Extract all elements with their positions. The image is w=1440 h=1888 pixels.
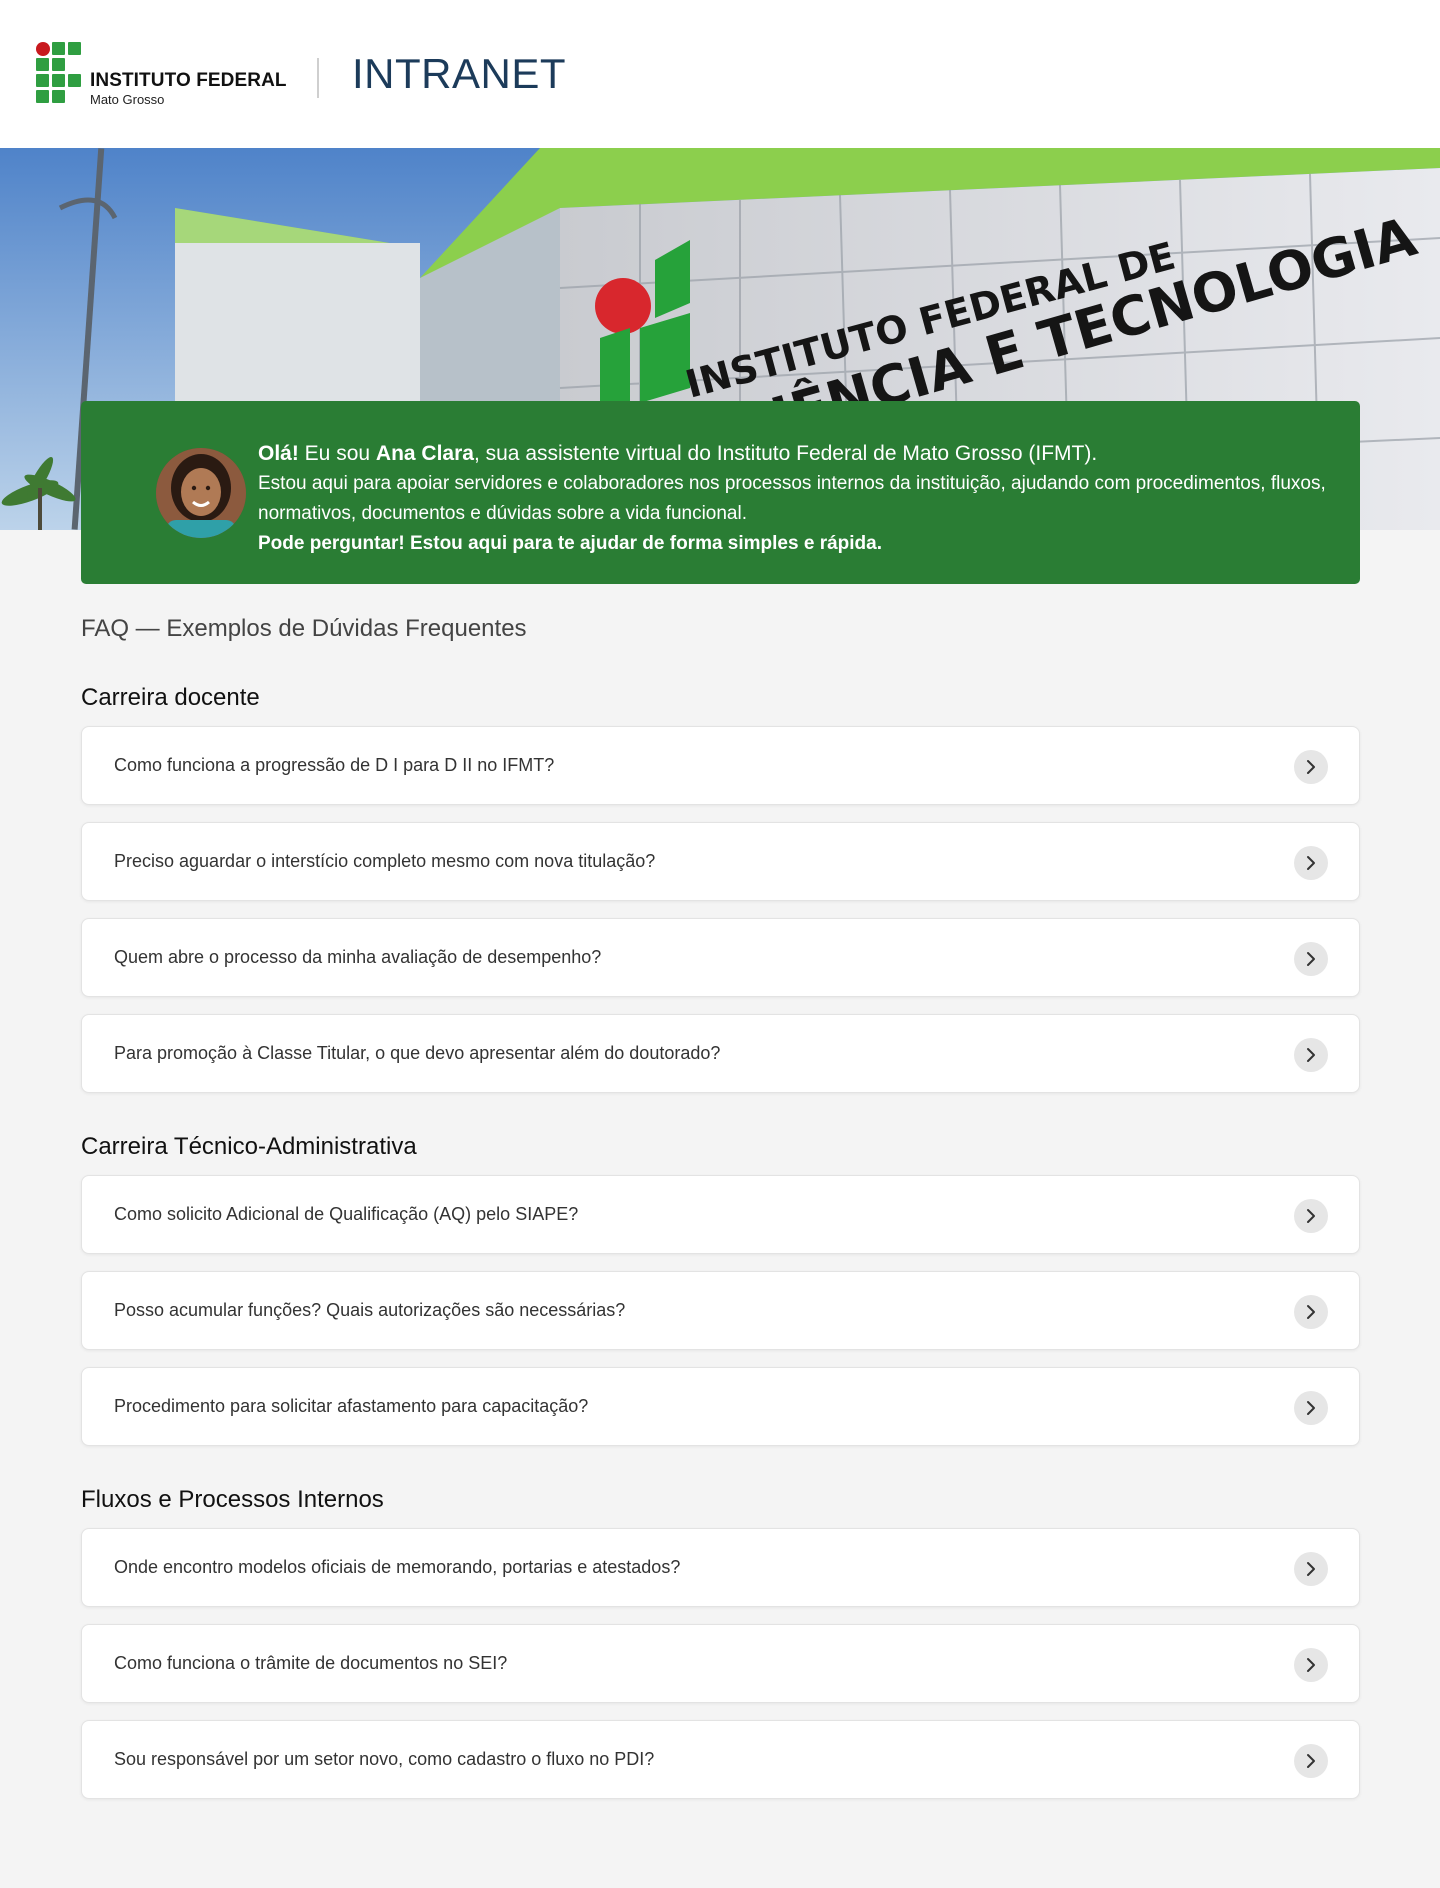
faq-question-text: Procedimento para solicitar afastamento … — [114, 1396, 589, 1416]
chevron-right-icon[interactable] — [1294, 942, 1328, 976]
faq-question-text: Quem abre o processo da minha avaliação … — [114, 947, 602, 967]
chevron-right-icon[interactable] — [1294, 846, 1328, 880]
faq-question-item[interactable]: Como funciona a progressão de D I para D… — [81, 726, 1360, 805]
faq-question-item[interactable]: Procedimento para solicitar afastamento … — [81, 1367, 1360, 1446]
welcome-description: Estou aqui para apoiar servidores e cola… — [258, 473, 1326, 524]
welcome-greeting: Olá! — [258, 442, 299, 465]
faq-question-item[interactable]: Quem abre o processo da minha avaliação … — [81, 918, 1360, 997]
chevron-right-icon[interactable] — [1294, 1199, 1328, 1233]
faq-question-text: Como solicito Adicional de Qualificação … — [114, 1204, 579, 1224]
assistant-welcome-card: Olá! Eu sou Ana Clara, sua assistente vi… — [81, 401, 1360, 584]
faq-question-item[interactable]: Como funciona o trâmite de documentos no… — [81, 1624, 1360, 1703]
app-name: INTRANET — [352, 50, 566, 97]
faq-question-text: Onde encontro modelos oficiais de memora… — [114, 1557, 681, 1577]
faq-question-text: Para promoção à Classe Titular, o que de… — [114, 1043, 721, 1063]
welcome-intro: Olá! Eu sou Ana Clara, sua assistente vi… — [258, 439, 1338, 469]
assistant-avatar — [156, 448, 246, 538]
faq-question-item[interactable]: Posso acumular funções? Quais autorizaçõ… — [81, 1271, 1360, 1350]
chevron-right-icon[interactable] — [1294, 1295, 1328, 1329]
faq-question-item[interactable]: Para promoção à Classe Titular, o que de… — [81, 1014, 1360, 1093]
faq-question-text: Preciso aguardar o interstício completo … — [114, 851, 656, 871]
ifmt-logo[interactable]: INSTITUTO FEDERAL Mato Grosso — [36, 42, 287, 107]
welcome-cta: Pode perguntar! Estou aqui para te ajuda… — [258, 533, 882, 554]
chevron-right-icon[interactable] — [1294, 1391, 1328, 1425]
section-title-fluxos-processos-internos: Fluxos e Processos Internos — [81, 1486, 384, 1513]
assistant-name: Ana Clara — [375, 442, 474, 465]
site-header: INSTITUTO FEDERAL Mato Grosso INTRANET — [0, 0, 1440, 148]
assistant-welcome-text: Olá! Eu sou Ana Clara, sua assistente vi… — [258, 439, 1338, 559]
chevron-right-icon[interactable] — [1294, 1744, 1328, 1778]
welcome-intro-post: , sua assistente virtual do Instituto Fe… — [473, 442, 1098, 465]
logo-subtitle: Mato Grosso — [90, 92, 165, 107]
ifmt-logo-mark — [36, 42, 82, 104]
chevron-right-icon[interactable] — [1294, 750, 1328, 784]
logo-title: INSTITUTO FEDERAL — [90, 70, 287, 91]
chevron-right-icon[interactable] — [1294, 1552, 1328, 1586]
faq-question-text: Posso acumular funções? Quais autorizaçõ… — [114, 1300, 626, 1320]
faq-question-item[interactable]: Como solicito Adicional de Qualificação … — [81, 1175, 1360, 1254]
header-divider — [317, 58, 319, 98]
chevron-right-icon[interactable] — [1294, 1648, 1328, 1682]
chevron-right-icon[interactable] — [1294, 1038, 1328, 1072]
section-title-carreira-tecnico-administrativa: Carreira Técnico-Administrativa — [81, 1133, 417, 1160]
welcome-intro-pre: Eu sou — [298, 442, 376, 465]
faq-question-text: Como funciona o trâmite de documentos no… — [114, 1653, 508, 1673]
faq-question-item[interactable]: Preciso aguardar o interstício completo … — [81, 822, 1360, 901]
faq-question-item[interactable]: Sou responsável por um setor novo, como … — [81, 1720, 1360, 1799]
faq-question-text: Sou responsável por um setor novo, como … — [114, 1749, 655, 1769]
section-title-carreira-docente: Carreira docente — [81, 684, 260, 711]
faq-question-text: Como funciona a progressão de D I para D… — [114, 755, 555, 775]
faq-title: FAQ — Exemplos de Dúvidas Frequentes — [81, 615, 527, 642]
faq-question-item[interactable]: Onde encontro modelos oficiais de memora… — [81, 1528, 1360, 1607]
